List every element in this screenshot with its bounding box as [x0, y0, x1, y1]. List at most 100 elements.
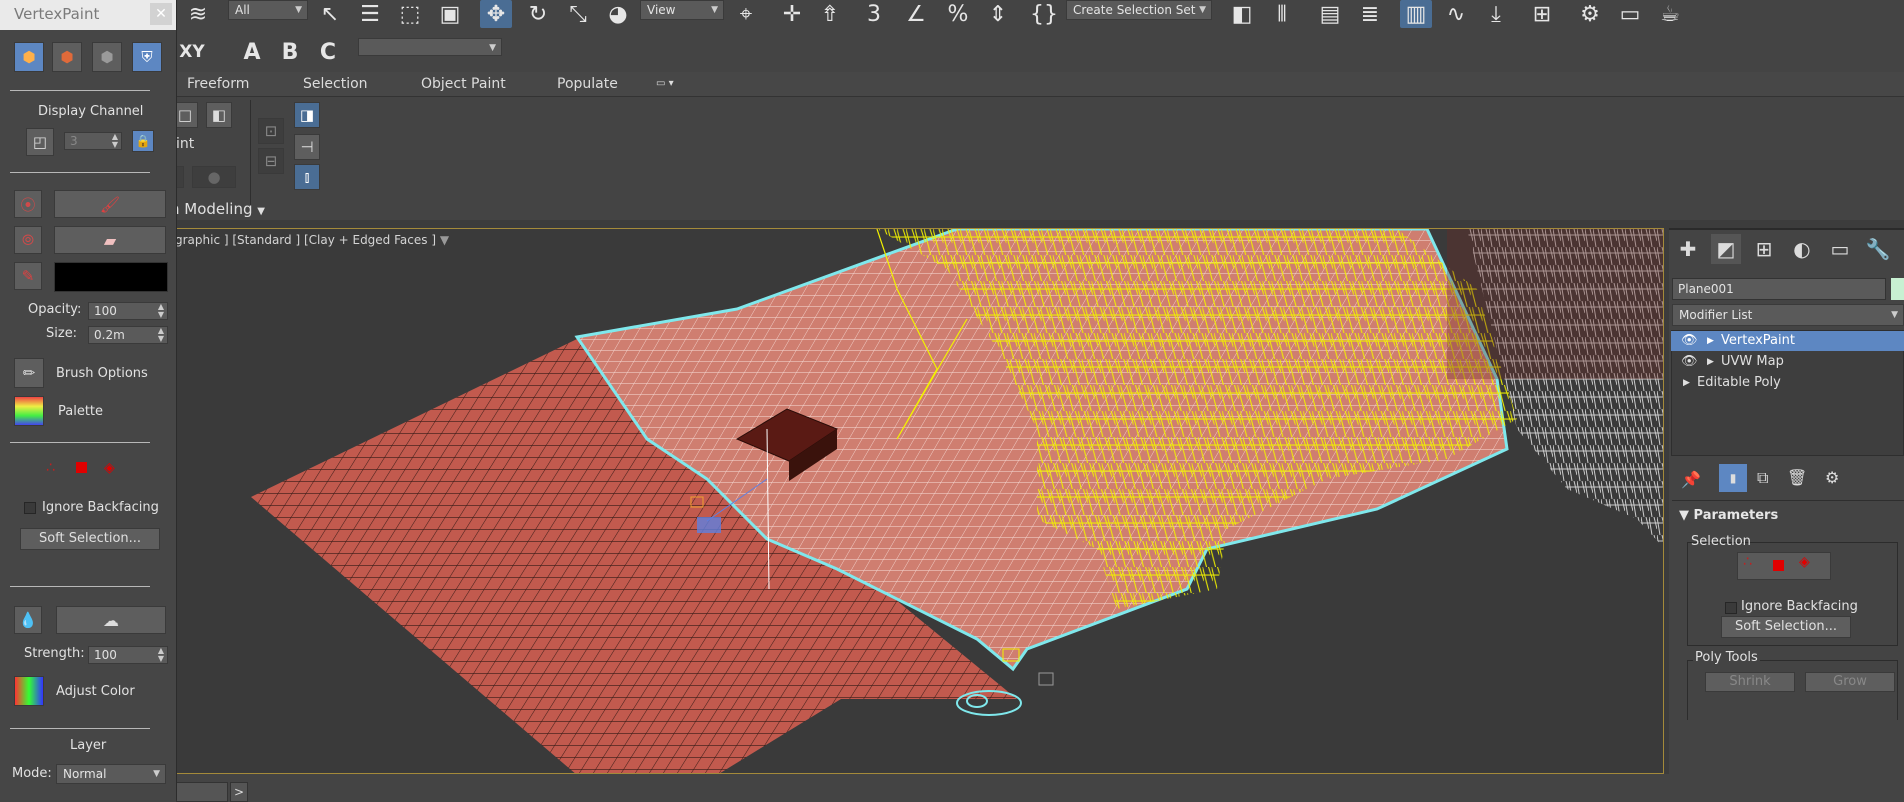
- brush-preset-dropdown[interactable]: ▼: [358, 38, 502, 56]
- select-object-icon[interactable]: ↖: [314, 0, 346, 28]
- ribbon-cube-icon[interactable]: ◧: [206, 102, 232, 128]
- spinner-snap-icon[interactable]: ⇕: [982, 0, 1014, 28]
- make-unique-icon[interactable]: ⧉: [1757, 468, 1768, 488]
- dope-sheet-icon[interactable]: ⤓: [1480, 0, 1512, 28]
- blur-all-button[interactable]: ☁: [56, 606, 166, 634]
- grow-button[interactable]: Grow: [1805, 672, 1895, 692]
- ribbon-toggle-icon[interactable]: ▥: [1400, 0, 1432, 28]
- percent-snap-icon[interactable]: %: [942, 0, 974, 28]
- object-color-swatch[interactable]: [1891, 278, 1904, 300]
- vertex-color-unshaded-icon[interactable]: ⬢: [92, 42, 122, 72]
- time-slider[interactable]: [176, 782, 228, 802]
- tab-selection[interactable]: Selection: [303, 76, 368, 92]
- render-setup-icon[interactable]: ⚙: [1574, 0, 1606, 28]
- schematic-view-icon[interactable]: ⊞: [1526, 0, 1558, 28]
- tab-object-paint[interactable]: Object Paint: [421, 76, 506, 92]
- placement-icon[interactable]: ◕: [602, 0, 634, 28]
- vertex-subobject-icon[interactable]: ∴: [1743, 554, 1752, 570]
- viewport[interactable]: graphic ] [Standard ] [Clay + Edged Face…: [176, 228, 1664, 774]
- palette-label[interactable]: Palette: [58, 404, 103, 419]
- close-icon[interactable]: ✕: [150, 3, 172, 25]
- show-end-result-icon[interactable]: ▮: [1719, 464, 1747, 492]
- time-slider-next[interactable]: >: [230, 782, 248, 802]
- viewport-label[interactable]: graphic ] [Standard ] [Clay + Edged Face…: [177, 233, 449, 247]
- move-icon[interactable]: ✥: [480, 0, 512, 28]
- selection-filter-dropdown[interactable]: All ▼: [228, 0, 308, 20]
- rendered-frame-icon[interactable]: ▭: [1614, 0, 1646, 28]
- element-subobject-icon[interactable]: ◈: [1799, 554, 1810, 570]
- pin-stack-icon[interactable]: 📌: [1681, 470, 1701, 489]
- display-channel-spinner[interactable]: 3 ▲ ▼: [64, 132, 122, 150]
- channel-cube-icon[interactable]: ◰: [26, 128, 54, 156]
- render-teapot-icon[interactable]: ☕: [1654, 0, 1686, 28]
- strength-spinner[interactable]: 100 ▲ ▼: [88, 646, 168, 664]
- lock-icon[interactable]: 🔒: [132, 130, 154, 152]
- face-subobject-icon[interactable]: [1773, 560, 1784, 571]
- eyedropper-icon[interactable]: ✎: [14, 262, 42, 290]
- ribbon-view-icon[interactable]: ◨: [294, 102, 320, 128]
- named-set-a-icon[interactable]: A: [236, 38, 268, 66]
- motion-tab-icon[interactable]: ◐: [1787, 234, 1817, 264]
- ignore-backfacing-checkbox[interactable]: [24, 502, 36, 514]
- configure-modifier-sets-icon[interactable]: ⚙: [1825, 468, 1839, 487]
- expand-icon[interactable]: ▶: [1683, 373, 1690, 393]
- face-selection-icon[interactable]: [76, 462, 87, 473]
- create-tab-icon[interactable]: ✚: [1673, 234, 1703, 264]
- display-tab-icon[interactable]: ▭: [1825, 234, 1855, 264]
- vertex-color-shield-icon[interactable]: ⛨: [132, 42, 162, 72]
- erase-all-button[interactable]: ▰: [54, 226, 166, 254]
- mode-dropdown[interactable]: Normal ▼: [56, 764, 166, 784]
- grey-box-helper[interactable]: [1038, 672, 1054, 686]
- object-name-field[interactable]: Plane001: [1672, 278, 1886, 300]
- erase-mode-icon[interactable]: ⦾: [14, 226, 42, 254]
- wave-icon[interactable]: ≋: [182, 0, 214, 28]
- utilities-tab-icon[interactable]: 🔧: [1863, 234, 1893, 264]
- paint-color-swatch[interactable]: [54, 262, 168, 292]
- ribbon-options-icon[interactable]: ▭ ▾: [656, 78, 674, 89]
- hierarchy-tab-icon[interactable]: ⊞: [1749, 234, 1779, 264]
- select-by-name-icon[interactable]: ☰: [354, 0, 386, 28]
- size-spinner[interactable]: 0.2m ▲ ▼: [88, 326, 168, 344]
- snap-toggle-icon[interactable]: 3: [858, 0, 890, 28]
- element-selection-icon[interactable]: ◈: [104, 460, 115, 476]
- reference-coordinate-dropdown[interactable]: View ▼: [640, 0, 724, 20]
- ribbon-pin-icon[interactable]: ⊣: [294, 134, 320, 160]
- ribbon-align-icon[interactable]: ⫾: [294, 164, 320, 190]
- expand-icon[interactable]: ▶: [1707, 331, 1714, 351]
- expand-icon[interactable]: ▶: [1707, 352, 1714, 372]
- window-crossing-icon[interactable]: ▣: [434, 0, 466, 28]
- shrink-button[interactable]: Shrink: [1705, 672, 1795, 692]
- adjust-color-label[interactable]: Adjust Color: [56, 684, 135, 699]
- brush-options-label[interactable]: Brush Options: [56, 366, 148, 381]
- layer-explorer-icon[interactable]: ≣: [1354, 0, 1386, 28]
- edit-named-selection-icon[interactable]: {}: [1028, 0, 1060, 28]
- curve-editor-icon[interactable]: ∿: [1440, 0, 1472, 28]
- opacity-spinner[interactable]: 100 ▲ ▼: [88, 302, 168, 320]
- vertex-color-display-icon[interactable]: ⬢: [14, 42, 44, 72]
- paint-mode-icon[interactable]: ⦿: [14, 190, 42, 218]
- eye-icon[interactable]: 👁: [1681, 352, 1698, 372]
- pivot-icon[interactable]: ⌖: [730, 0, 762, 28]
- angle-snap-icon[interactable]: ∠: [900, 0, 932, 28]
- rotate-icon[interactable]: ↻: [522, 0, 554, 28]
- mirror-icon[interactable]: ◧: [1226, 0, 1258, 28]
- soft-selection-button[interactable]: Soft Selection...: [20, 528, 160, 550]
- align-icon[interactable]: ⫴: [1266, 0, 1298, 28]
- scale-icon[interactable]: ⤡: [562, 0, 594, 28]
- tab-freeform[interactable]: Freeform: [187, 76, 249, 92]
- delete-modifier-icon[interactable]: 🗑: [1787, 468, 1807, 487]
- soft-selection-button[interactable]: Soft Selection...: [1721, 616, 1851, 638]
- select-manipulate-icon[interactable]: ✛: [776, 0, 808, 28]
- rectangle-selection-icon[interactable]: ⬚: [394, 0, 426, 28]
- named-set-c-icon[interactable]: C: [312, 38, 344, 66]
- eye-icon[interactable]: 👁: [1681, 331, 1698, 351]
- scene-explorer-icon[interactable]: ▤: [1314, 0, 1346, 28]
- modify-tab-icon[interactable]: ◩: [1711, 234, 1741, 264]
- named-set-b-icon[interactable]: B: [274, 38, 306, 66]
- parameters-rollout-header[interactable]: ▼ Parameters: [1679, 508, 1778, 523]
- ribbon-group-label[interactable]: n Modeling ▼: [170, 200, 265, 218]
- modifier-list-dropdown[interactable]: Modifier List ▼: [1672, 304, 1904, 326]
- paint-all-button[interactable]: 🖌: [54, 190, 166, 218]
- keyboard-shortcut-icon[interactable]: ⇮: [814, 0, 846, 28]
- adjust-color-icon[interactable]: [14, 676, 44, 706]
